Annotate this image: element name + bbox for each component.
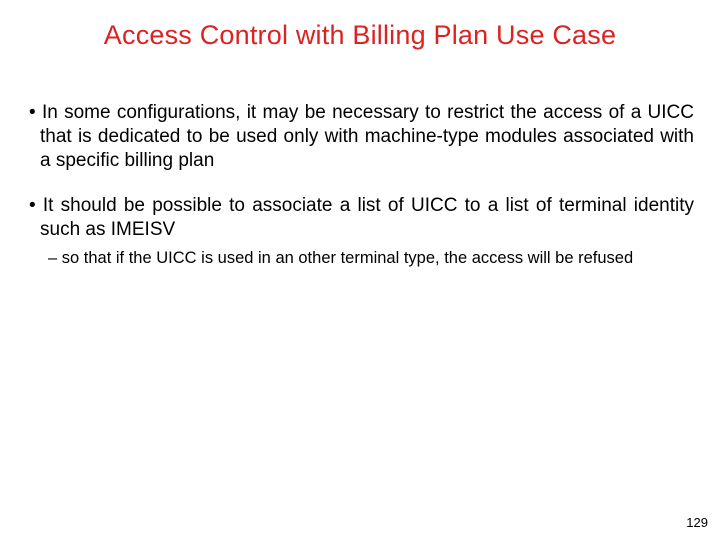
page-number: 129 (686, 515, 708, 530)
slide: Access Control with Billing Plan Use Cas… (0, 0, 720, 540)
sub-bullet-item: so that if the UICC is used in an other … (26, 248, 694, 269)
bullet-list: In some configurations, it may be necess… (0, 101, 720, 268)
slide-title: Access Control with Billing Plan Use Cas… (40, 20, 680, 51)
bullet-item: In some configurations, it may be necess… (26, 101, 694, 172)
bullet-item: It should be possible to associate a lis… (26, 194, 694, 242)
